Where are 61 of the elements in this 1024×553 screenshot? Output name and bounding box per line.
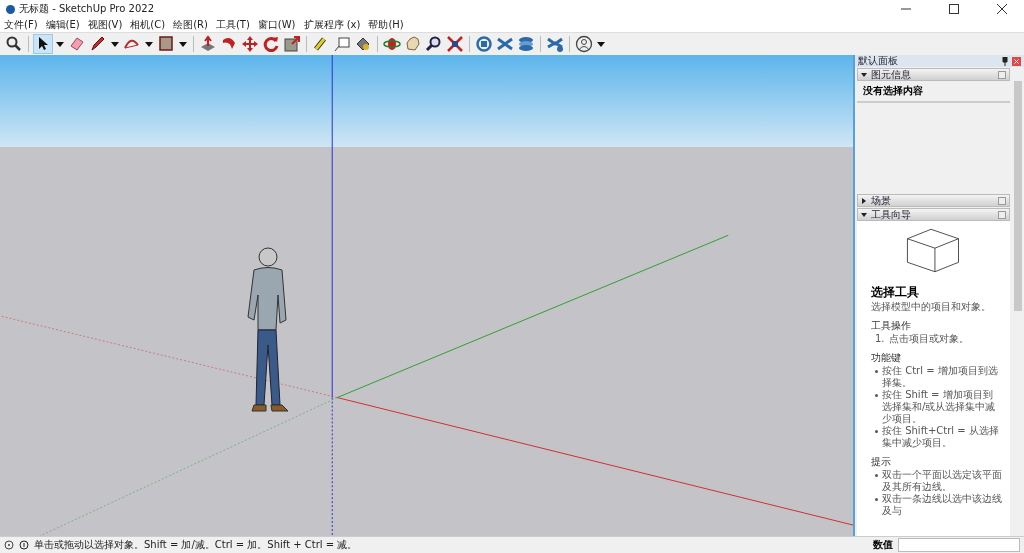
menu-item[interactable]: 绘图(R) — [173, 18, 208, 32]
status-message: 单击或拖动以选择对象。Shift = 加/减。Ctrl = 加。Shift + Ctrl = 减。 — [34, 538, 358, 552]
caret-icon[interactable] — [179, 41, 187, 47]
instruction-step: 点击项目或对象。 — [888, 333, 969, 345]
instructor-heading: 选择工具 — [871, 284, 920, 301]
info-circle-icon[interactable] — [19, 540, 29, 550]
menu-item[interactable]: 扩展程序 (x) — [303, 18, 361, 32]
menu-item[interactable]: 相机(C) — [130, 18, 166, 32]
bullet-icon — [875, 394, 878, 397]
panel-section-header[interactable]: 工具向导 — [857, 208, 1010, 221]
instructor-subheading: 功能键 — [871, 351, 902, 365]
bullet-icon — [875, 370, 878, 373]
caret-icon[interactable] — [145, 41, 153, 47]
section-title: 场景 — [871, 193, 891, 208]
panel-section-header[interactable]: 图元信息 — [857, 68, 1010, 81]
entity-info-text: 没有选择内容 — [857, 81, 1010, 103]
maximize-icon[interactable] — [949, 4, 959, 14]
pin-icon[interactable] — [1002, 56, 1008, 66]
menu-item[interactable]: 窗口(W) — [257, 18, 296, 32]
instruction-tip: 按住 Shift = 增加项目到选择集和/或从选择集中减少项目。 — [882, 389, 997, 425]
list-number: 1. — [875, 333, 885, 344]
caret-icon[interactable] — [111, 41, 119, 47]
collapsed-triangle-icon[interactable] — [861, 197, 867, 204]
measurements-field[interactable] — [898, 538, 1020, 552]
menu-item[interactable]: 文件(F) — [4, 18, 38, 32]
instructor-subheading: 提示 — [871, 455, 892, 469]
menu-item[interactable]: 帮助(H) — [368, 18, 404, 32]
instruction-tip: 按住 Ctrl = 增加项目到选择集。 — [882, 365, 999, 389]
menu-item[interactable]: 工具(T) — [215, 18, 250, 32]
stacked-layers-icon[interactable] — [516, 34, 536, 54]
caret-icon[interactable] — [597, 41, 605, 47]
bullet-icon — [875, 430, 878, 433]
expanded-triangle-icon[interactable] — [861, 71, 867, 78]
instruction-tip: 双击一个平面以选定该平面及其所有边线。 — [882, 469, 1002, 493]
instructor-intro: 选择模型中的项目和对象。 — [871, 301, 992, 313]
section-title: 工具向导 — [871, 207, 911, 222]
window-title: 无标题 - SketchUp Pro 2022 — [19, 2, 154, 16]
help-circle-icon[interactable] — [4, 540, 14, 550]
scale-icon[interactable] — [282, 34, 302, 54]
tray-title: 默认面板 — [858, 54, 898, 68]
app-logo-icon — [6, 4, 15, 14]
rotate-icon[interactable] — [261, 34, 281, 54]
panel-section-header[interactable]: 场景 — [857, 194, 1010, 207]
instruction-tip: 双击一条边线以选中该边线及与 — [882, 493, 1002, 517]
menu-item[interactable]: 视图(V) — [87, 18, 123, 32]
bullet-icon — [875, 474, 878, 477]
close-icon[interactable] — [997, 4, 1007, 14]
account-icon[interactable] — [574, 34, 594, 54]
section-title: 图元信息 — [871, 67, 911, 82]
rectangle-icon[interactable] — [156, 34, 176, 54]
instruction-tip: 按住 Shift+Ctrl = 从选择集中减少项目。 — [882, 425, 1000, 449]
menu-item[interactable]: 编辑(E) — [45, 18, 80, 32]
expanded-triangle-icon[interactable] — [861, 211, 867, 218]
move-arrows-icon[interactable] — [240, 34, 260, 54]
warehouse-icon[interactable] — [474, 34, 494, 54]
hand-icon[interactable] — [403, 34, 423, 54]
caret-icon[interactable] — [56, 41, 64, 47]
measurements-label: 数值 — [873, 538, 893, 552]
zoom-extents-icon[interactable] — [445, 34, 465, 54]
bullet-icon — [875, 498, 878, 501]
instructor-subheading: 工具操作 — [871, 319, 912, 333]
